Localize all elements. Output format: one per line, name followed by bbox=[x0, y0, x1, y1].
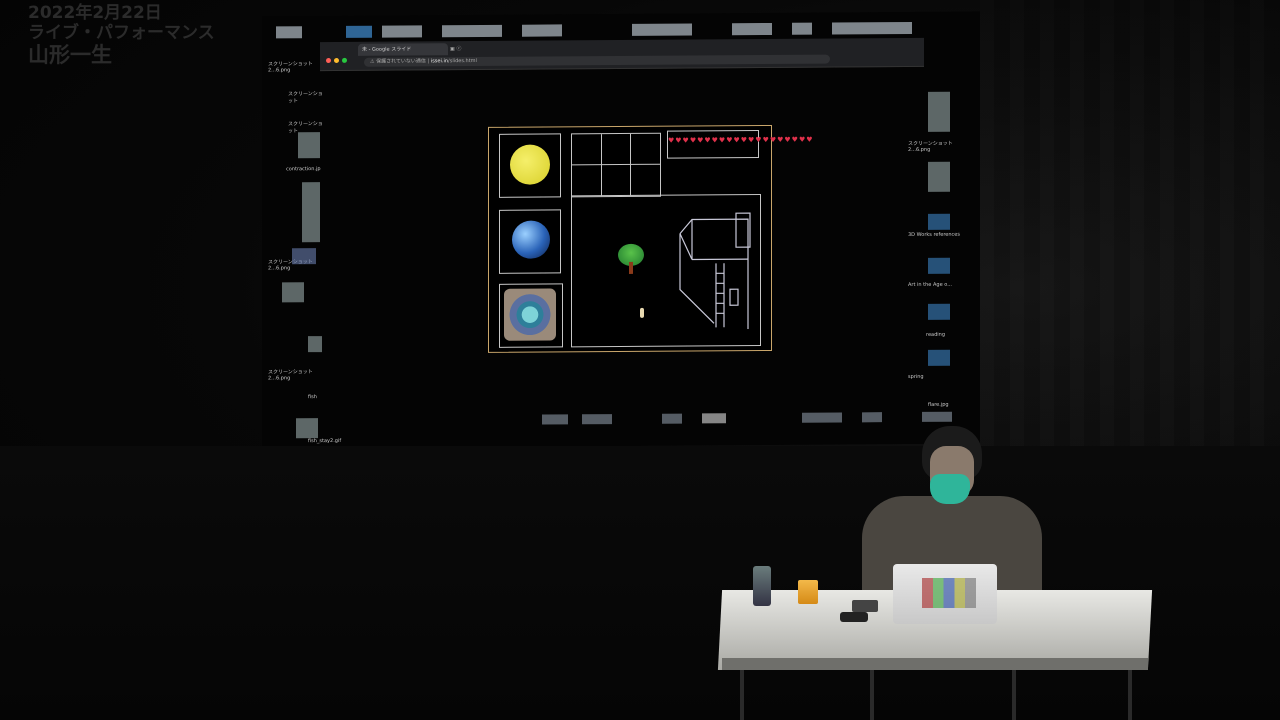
desktop-file[interactable]: flare.jpg bbox=[928, 402, 949, 408]
game-slide: ♥♥♥♥♥♥♥♥♥♥♥♥♥♥♥♥♥♥♥♥ bbox=[488, 124, 814, 353]
event-caption: 2022年2月22日 ライブ・パフォーマンス 山形一生 bbox=[28, 3, 215, 68]
cup bbox=[798, 580, 818, 604]
desktop-file[interactable]: Art in the Age o... bbox=[908, 282, 952, 288]
desktop-right-files: スクリーンショット 2...6.png 3D Works references … bbox=[908, 42, 964, 430]
water-bottle bbox=[753, 566, 771, 606]
desk-edge bbox=[722, 658, 1148, 670]
face-mask bbox=[930, 474, 970, 504]
stage-floor bbox=[0, 446, 1280, 720]
address-bar[interactable]: ⚠ 保護されていない通信 | issei.in/slides.html bbox=[364, 54, 830, 67]
desktop-file[interactable]: 3D Works references bbox=[908, 232, 960, 238]
desktop-file[interactable]: スクリーンショット 2...6.png bbox=[268, 368, 324, 381]
earth-panel bbox=[499, 209, 561, 274]
tree-trunk bbox=[629, 261, 633, 274]
desktop-left-files: スクリーンショット 2...6.png スクリーンショット スクリーンショット … bbox=[268, 46, 341, 444]
projected-screen: 未 - Google スライド ▣ ⓒ ⚠ 保護されていない通信 | issei… bbox=[262, 11, 980, 449]
url-domain: issei.in bbox=[430, 58, 449, 65]
caption-event: ライブ・パフォーマンス bbox=[28, 22, 215, 43]
portal-icon bbox=[504, 288, 556, 341]
house-icon bbox=[679, 212, 751, 330]
desktop-file[interactable]: fish bbox=[308, 394, 317, 400]
player-character bbox=[640, 307, 644, 318]
browser-tab-2[interactable]: ▣ ⓒ bbox=[450, 43, 520, 55]
caption-date: 2022年2月22日 bbox=[28, 3, 162, 23]
sun-panel bbox=[499, 133, 561, 198]
desktop-bottom-icons bbox=[542, 411, 962, 429]
microphone bbox=[840, 612, 868, 622]
desktop-file[interactable]: fish_stay2.gif bbox=[308, 438, 341, 444]
browser-tab[interactable]: 未 - Google スライド bbox=[358, 43, 448, 56]
sun-icon bbox=[510, 144, 550, 185]
window-controls bbox=[326, 48, 350, 67]
url-path: /slides.html bbox=[448, 58, 477, 65]
portal-panel bbox=[499, 283, 563, 348]
desktop-file[interactable]: スクリーンショット bbox=[288, 90, 324, 104]
minimize-icon[interactable] bbox=[334, 57, 339, 64]
browser-window: 未 - Google スライド ▣ ⓒ ⚠ 保護されていない通信 | issei… bbox=[320, 37, 924, 72]
desktop-file[interactable]: スクリーンショット 2...6.png bbox=[908, 140, 964, 153]
desktop-file[interactable]: スクリーンショット 2...6.png bbox=[268, 60, 324, 73]
desktop-file[interactable]: contraction.jp bbox=[286, 166, 321, 172]
caption-artist: 山形一生 bbox=[28, 43, 112, 68]
close-icon[interactable] bbox=[326, 58, 331, 64]
earth-icon bbox=[512, 220, 550, 259]
desktop-file[interactable]: reading bbox=[926, 332, 945, 338]
laptop-sticker bbox=[922, 578, 976, 608]
tab-title: 未 - Google スライド bbox=[362, 46, 412, 53]
health-hearts: ♥♥♥♥♥♥♥♥♥♥♥♥♥♥♥♥♥♥♥♥ bbox=[667, 130, 814, 159]
performance-stage: 2022年2月22日 ライブ・パフォーマンス 山形一生 未 - Google ス… bbox=[0, 0, 1280, 720]
url-warning: 保護されていない通信 bbox=[376, 58, 426, 65]
phone bbox=[852, 600, 878, 612]
inventory-grid bbox=[571, 132, 661, 198]
game-field bbox=[571, 194, 761, 348]
maximize-icon[interactable] bbox=[342, 57, 347, 63]
desktop-file[interactable]: spring bbox=[908, 374, 924, 380]
lock-icon: ⚠ bbox=[370, 58, 375, 65]
